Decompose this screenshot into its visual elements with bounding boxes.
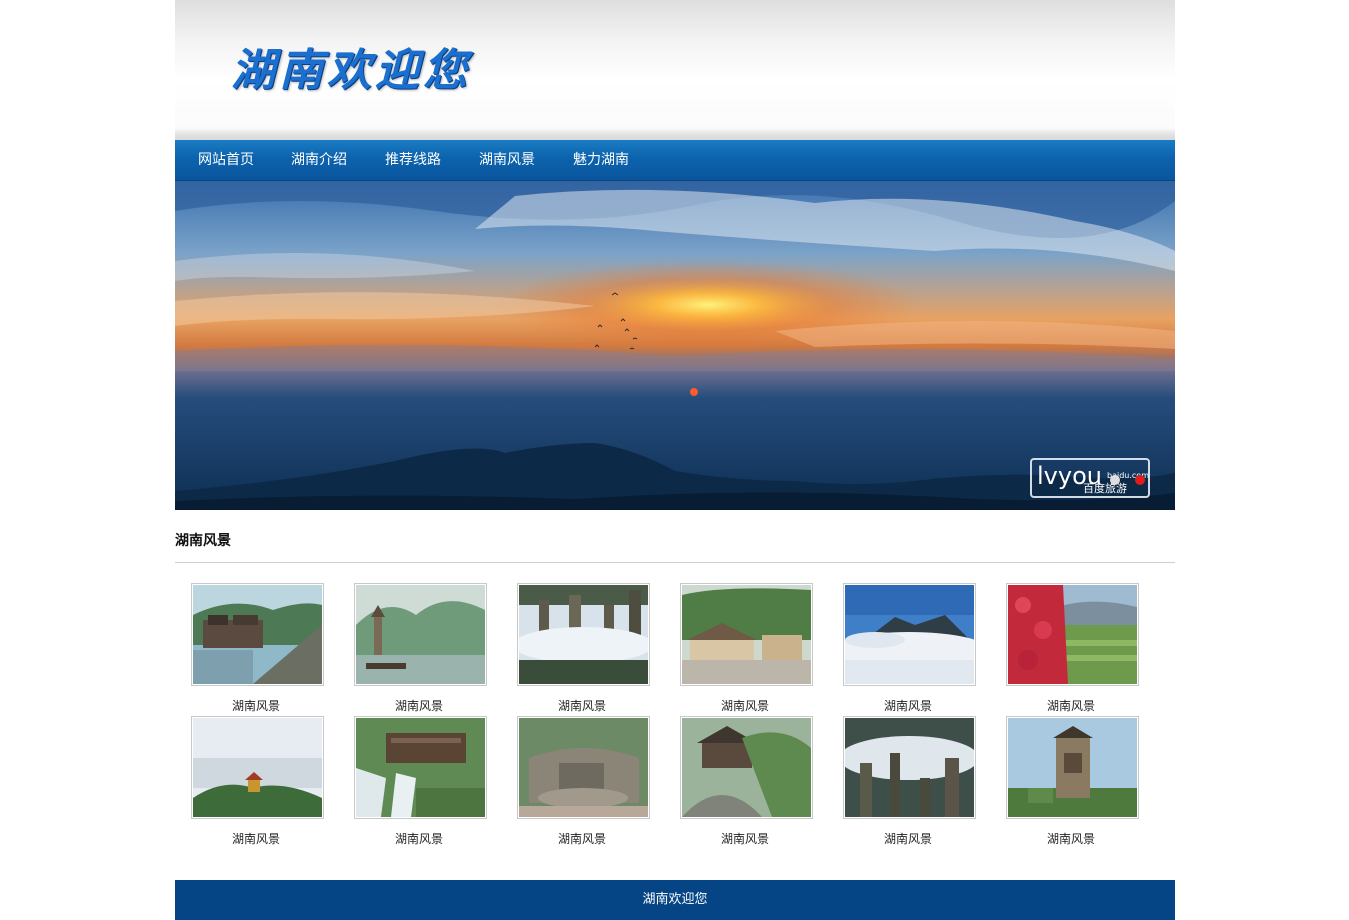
gallery-caption[interactable]: 湖南风景 — [517, 830, 647, 847]
gallery-caption[interactable]: 湖南风景 — [354, 830, 484, 847]
slide-indicator-2[interactable] — [1135, 475, 1145, 485]
gallery-thumbnail[interactable] — [843, 716, 976, 819]
banner-slideshow[interactable]: lvyou 百度旅游 baidu.com — [175, 181, 1175, 510]
gallery-caption[interactable]: 湖南风景 — [843, 697, 973, 714]
slide-indicator-1[interactable] — [1110, 475, 1120, 485]
gallery-thumbnail[interactable] — [680, 716, 813, 819]
gallery-caption[interactable]: 湖南风景 — [354, 697, 484, 714]
gallery-caption[interactable]: 湖南风景 — [191, 697, 321, 714]
gallery-caption[interactable]: 湖南风景 — [1006, 830, 1136, 847]
gallery-thumbnail[interactable] — [191, 583, 324, 686]
section-divider — [175, 562, 1175, 563]
gallery-thumbnail[interactable] — [191, 716, 324, 819]
watermark-sub: 百度旅游 — [1083, 481, 1127, 495]
gallery-thumbnail[interactable] — [843, 583, 976, 686]
gallery-caption[interactable]: 湖南风景 — [680, 697, 810, 714]
site-logo[interactable]: 湖南欢迎您 — [231, 36, 471, 106]
gallery-thumbnail[interactable] — [517, 716, 650, 819]
section-title: 湖南风景 — [175, 533, 231, 549]
scenery-gallery: 湖南风景 湖南风景 湖南风景 湖南风景 湖南风景 湖南风景 湖南风景 湖南风景 … — [191, 583, 1171, 863]
gallery-thumbnail[interactable] — [354, 716, 487, 819]
nav-item-intro[interactable]: 湖南介绍 — [291, 140, 347, 180]
nav-item-routes[interactable]: 推荐线路 — [385, 140, 441, 180]
gallery-thumbnail[interactable] — [517, 583, 650, 686]
site-header: 湖南欢迎您 — [175, 0, 1175, 140]
gallery-caption[interactable]: 湖南风景 — [517, 697, 647, 714]
gallery-thumbnail[interactable] — [680, 583, 813, 686]
banner-image: lvyou 百度旅游 baidu.com — [175, 181, 1175, 510]
gallery-thumbnail[interactable] — [1006, 716, 1139, 819]
nav-item-scenery[interactable]: 湖南风景 — [479, 140, 535, 180]
gallery-caption[interactable]: 湖南风景 — [1006, 697, 1136, 714]
gallery-caption[interactable]: 湖南风景 — [191, 830, 321, 847]
gallery-thumbnail[interactable] — [354, 583, 487, 686]
gallery-caption[interactable]: 湖南风景 — [680, 830, 810, 847]
gallery-thumbnail[interactable] — [1006, 583, 1139, 686]
nav-item-charm[interactable]: 魅力湖南 — [573, 140, 629, 180]
gallery-caption[interactable]: 湖南风景 — [843, 830, 973, 847]
nav-item-home[interactable]: 网站首页 — [198, 140, 254, 180]
site-footer: 湖南欢迎您 — [175, 880, 1175, 920]
main-nav: 网站首页 湖南介绍 推荐线路 湖南风景 魅力湖南 — [175, 140, 1175, 181]
